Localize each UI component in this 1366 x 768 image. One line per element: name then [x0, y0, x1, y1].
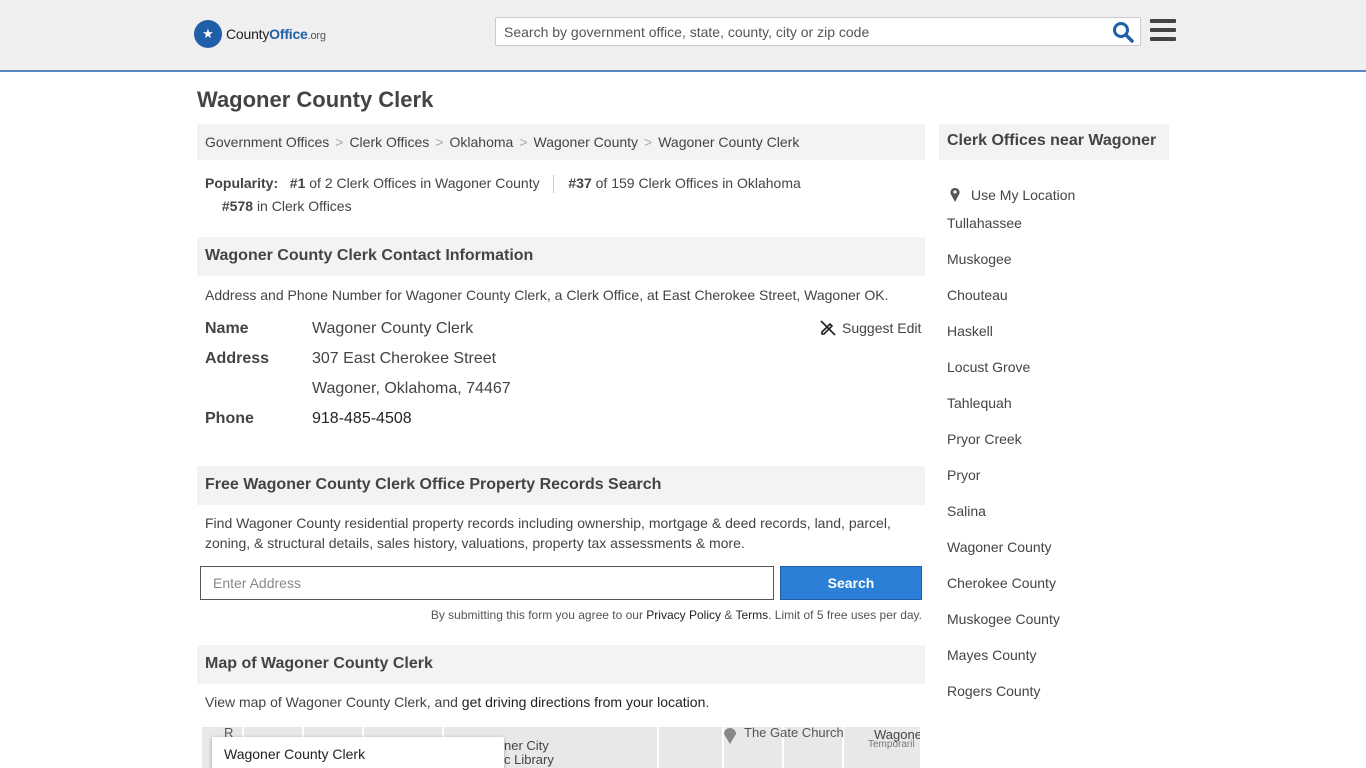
rank-national-text: in Clerk Offices	[256, 198, 352, 214]
site-logo[interactable]: ★ CountyOffice.org	[194, 20, 326, 48]
logo-text: CountyOffice.org	[226, 26, 326, 42]
address-search-input[interactable]	[200, 566, 774, 600]
breadcrumb-item[interactable]: Oklahoma	[450, 134, 514, 150]
map-label-temporary: Temporaril	[868, 739, 915, 750]
driving-directions-link[interactable]: get driving directions from your locatio…	[462, 694, 706, 710]
map-view[interactable]: R ner City c Library The Gate Church Wago…	[202, 727, 920, 768]
rank-county: #1	[289, 175, 306, 191]
breadcrumb-item[interactable]: Wagoner County	[534, 134, 639, 150]
terms-notice: By submitting this form you agree to our…	[430, 608, 922, 622]
privacy-policy-link[interactable]: Privacy Policy	[646, 608, 721, 622]
breadcrumb-separator: >	[644, 134, 653, 150]
breadcrumb-current: Wagoner County Clerk	[658, 134, 800, 150]
rank-state-text: of 159 Clerk Offices in Oklahoma	[595, 175, 801, 191]
breadcrumb: Government Offices > Clerk Offices > Oklah…	[197, 124, 925, 160]
breadcrumb-separator: >	[519, 134, 528, 150]
contact-heading: Wagoner County Clerk Contact Information	[197, 237, 925, 276]
location-pin-icon	[950, 187, 960, 202]
map-label-library: ner City c Library	[504, 738, 554, 767]
use-location[interactable]: Use My Location	[947, 177, 1169, 213]
records-description: Find Wagoner County residential property…	[205, 515, 891, 551]
sidebar-item-pryor-creek[interactable]: Pryor Creek	[947, 431, 1022, 447]
terms-link[interactable]: Terms	[735, 608, 768, 622]
rank-national: #578	[221, 198, 254, 214]
map-heading: Map of Wagoner County Clerk	[197, 645, 925, 684]
sidebar-item-chouteau[interactable]: Chouteau	[947, 287, 1008, 303]
breadcrumb-item[interactable]: Clerk Offices	[349, 134, 429, 150]
site-header: ★ CountyOffice.org	[0, 0, 1366, 72]
suggest-edit[interactable]: Suggest Edit	[820, 320, 921, 336]
popularity-label: Popularity:	[205, 175, 279, 191]
sidebar-item-cherokee-county[interactable]: Cherokee County	[947, 575, 1056, 591]
sidebar-item-tahlequah[interactable]: Tahlequah	[947, 395, 1012, 411]
site-search	[495, 17, 1141, 46]
rank-state: #37	[568, 175, 592, 191]
search-icon[interactable]	[1112, 21, 1134, 43]
sidebar-item-muskogee[interactable]: Muskogee	[947, 251, 1012, 267]
name-label: Name	[205, 320, 249, 337]
records-heading: Free Wagoner County Clerk Office Propert…	[197, 466, 925, 505]
sidebar-list: Use My Location Tullahassee Muskogee Cho…	[947, 177, 1169, 717]
map-description: View map of Wagoner County Clerk, and ge…	[205, 694, 710, 710]
address-label: Address	[205, 350, 270, 367]
breadcrumb-separator: >	[335, 134, 344, 150]
sidebar-item-muskogee-county[interactable]: Muskogee County	[947, 611, 1060, 627]
address-line2: Wagoner, Oklahoma, 74467	[312, 380, 511, 397]
sidebar-item-pryor[interactable]: Pryor	[947, 467, 980, 483]
breadcrumb-separator: >	[435, 134, 444, 150]
edit-icon	[820, 320, 836, 336]
eagle-logo-icon: ★	[194, 20, 222, 48]
sidebar-item-mayes-county[interactable]: Mayes County	[947, 647, 1036, 663]
sidebar-item-haskell[interactable]: Haskell	[947, 323, 993, 339]
map-label-church: The Gate Church	[744, 727, 844, 740]
suggest-edit-link[interactable]: Suggest Edit	[842, 320, 921, 336]
contact-description: Address and Phone Number for Wagoner Cou…	[205, 287, 889, 303]
phone-link[interactable]: 918-485-4508	[312, 410, 412, 428]
sidebar-item-tullahassee[interactable]: Tullahassee	[947, 215, 1022, 231]
map-pin-icon	[724, 728, 736, 744]
rank-county-text: of 2 Clerk Offices in Wagoner County	[309, 175, 540, 191]
phone-label: Phone	[205, 410, 254, 427]
map-card-title: Wagoner County Clerk	[224, 746, 366, 762]
sidebar-item-locust-grove[interactable]: Locust Grove	[947, 359, 1030, 375]
records-search-button[interactable]: Search	[780, 566, 922, 600]
use-location-link[interactable]: Use My Location	[971, 185, 1075, 205]
breadcrumb-item[interactable]: Government Offices	[205, 134, 329, 150]
sidebar-item-salina[interactable]: Salina	[947, 503, 986, 519]
sidebar-item-rogers-county[interactable]: Rogers County	[947, 683, 1040, 699]
hamburger-menu-icon[interactable]	[1150, 19, 1176, 43]
name-value: Wagoner County Clerk	[312, 320, 474, 337]
sidebar-heading: Clerk Offices near Wagoner	[939, 124, 1169, 160]
map-info-card: Wagoner County Clerk	[212, 737, 504, 768]
sidebar-item-wagoner-county[interactable]: Wagoner County	[947, 539, 1052, 555]
site-search-input[interactable]	[496, 18, 1106, 45]
popularity-stats: Popularity: #1 of 2 Clerk Offices in Wag…	[205, 172, 905, 218]
address-line1: 307 East Cherokee Street	[312, 350, 497, 367]
page-title: Wagoner County Clerk	[197, 87, 434, 112]
